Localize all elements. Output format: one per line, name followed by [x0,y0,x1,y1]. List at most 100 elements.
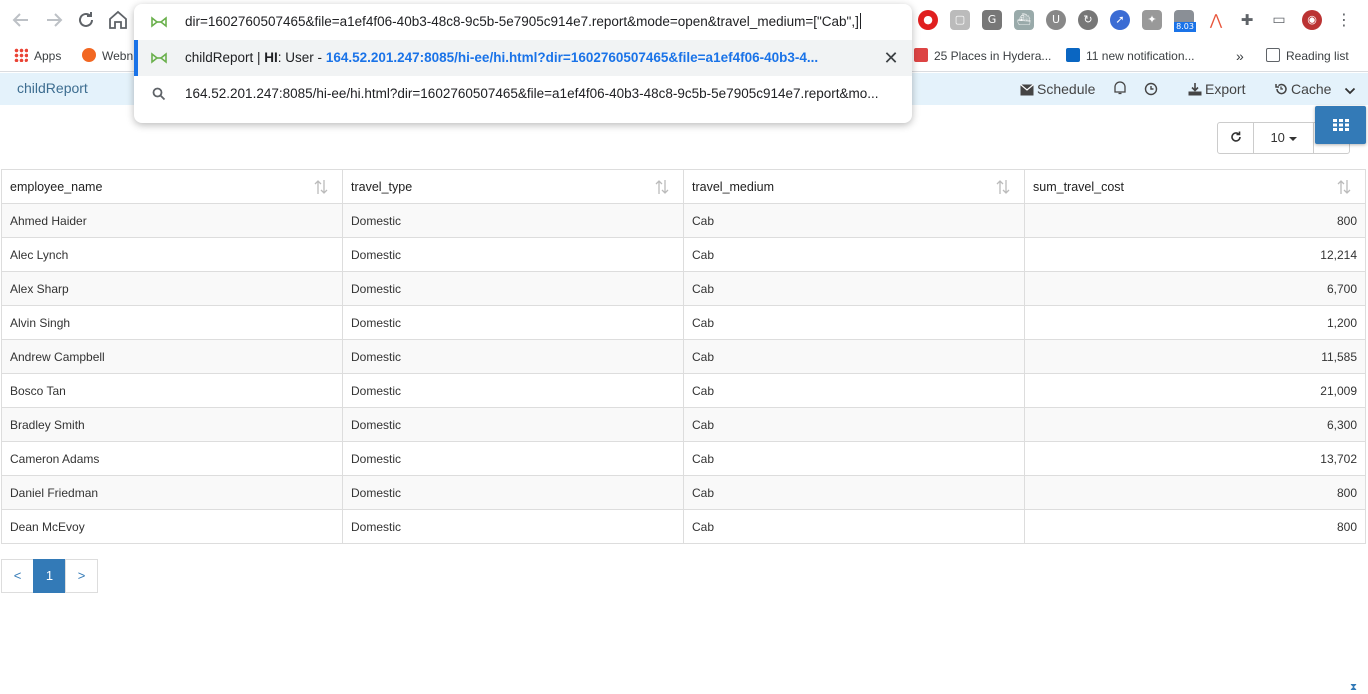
reload-button[interactable] [74,8,98,32]
refresh-icon [1230,131,1241,142]
shield-extension-icon[interactable]: U [1046,10,1066,30]
address-bar[interactable]: dir=1602760507465&file=a1ef4f06-40b3-48c… [134,4,912,40]
table-cell: 800 [1024,509,1366,544]
reading-list-icon [1266,48,1280,62]
table-cell: 6,700 [1024,271,1366,306]
table-cell: Domestic [342,271,684,306]
download-icon [1188,83,1202,96]
table-row: Cameron Adams Domestic Cab 13,702 [1,441,1366,476]
remove-suggestion-close-icon[interactable]: ✕ [882,49,900,67]
forward-button[interactable] [42,8,66,32]
chevron-down-icon [1344,87,1356,95]
table-row: Alvin Singh Domestic Cab 1,200 [1,305,1366,340]
meter-extension-icon[interactable]: 8.03 [1174,10,1196,32]
export-button[interactable]: Export [1188,73,1245,105]
apps-grid-icon [14,48,28,62]
column-header[interactable]: travel_medium [683,169,1025,204]
page-size-select[interactable]: 10 [1254,123,1314,153]
sort-icon [655,180,669,194]
column-header-label: travel_type [351,179,413,194]
address-typed-text: dir=1602760507465&file=a1ef4f06-40b3-48c… [185,14,859,29]
table-cell: Domestic [342,441,684,476]
table-cell: Cab [683,373,1025,408]
next-page-button[interactable]: > [65,559,98,593]
extension-badge: 8.03 [1174,22,1196,32]
cast-icon[interactable]: ▭ [1269,10,1289,30]
suggestion-user: : User - [277,50,326,65]
table-cell: Alex Sharp [1,271,343,306]
table-cell: Dean McEvoy [1,509,343,544]
column-header[interactable]: sum_travel_cost [1024,169,1366,204]
schedule-label: Schedule [1037,81,1096,97]
profile-avatar[interactable]: ◉ [1302,10,1322,30]
table-cell: Cab [683,407,1025,442]
back-button[interactable] [9,8,33,32]
refresh-table-button[interactable] [1218,123,1254,153]
suggestion-brand: HI [264,50,278,65]
table-row: Alec Lynch Domestic Cab 12,214 [1,237,1366,272]
header-menu-toggle[interactable] [1344,73,1359,105]
history-undo-icon [1275,83,1287,95]
table-cell: Domestic [342,509,684,544]
bookmark-webmail[interactable]: Webn [82,46,133,66]
omnibox-dropdown: dir=1602760507465&file=a1ef4f06-40b3-48c… [134,4,912,123]
table-row: Daniel Friedman Domestic Cab 800 [1,475,1366,510]
schedule-button[interactable]: Schedule [1020,73,1095,105]
clipboard-extension-icon[interactable]: ▢ [950,10,970,30]
table-row: Ahmed Haider Domestic Cab 800 [1,203,1366,238]
bookmarks-overflow-button[interactable]: » [1236,46,1244,66]
notifications-button[interactable] [1112,73,1131,105]
home-icon [109,10,127,29]
rocket-extension-icon[interactable]: ➚ [1110,10,1130,30]
table-row: Bosco Tan Domestic Cab 21,009 [1,373,1366,408]
bookmark-linkedin[interactable]: 11 new notification... [1066,46,1195,66]
refresh-extension-icon[interactable]: ↻ [1078,10,1098,30]
suggestion-url: 164.52.201.247:8085/hi-ee/hi.html?dir=16… [325,50,819,65]
table-cell: Cab [683,271,1025,306]
column-header[interactable]: travel_type [342,169,684,204]
helical-insight-favicon [151,16,167,28]
map-pin-icon [914,48,928,62]
ship-extension-icon[interactable]: ⛴ [1014,10,1034,30]
table-cell: 21,009 [1024,373,1366,408]
clock-icon [1144,82,1158,96]
table-cell: Cab [683,339,1025,374]
sort-icon [1337,180,1351,194]
grammar-extension-icon[interactable]: G [982,10,1002,30]
page-1-button[interactable]: 1 [33,559,66,593]
reading-list-button[interactable]: Reading list [1266,46,1349,66]
pin-extension-icon[interactable]: ✦ [1142,10,1162,30]
cpanel-icon [82,48,96,62]
history-button[interactable] [1144,73,1161,105]
table-row: Bradley Smith Domestic Cab 6,300 [1,407,1366,442]
forward-arrow-icon [47,13,63,27]
prev-page-button[interactable]: < [1,559,34,593]
table-cell: 800 [1024,203,1366,238]
suggestion-text: childReport | HI: User - 164.52.201.247:… [185,40,875,76]
cache-button[interactable]: Cache [1274,73,1331,105]
omnibox-suggestion-search[interactable]: 164.52.201.247:8085/hi-ee/hi.html?dir=16… [134,76,912,112]
puzzle-extensions-icon[interactable]: ✚ [1237,10,1257,30]
omnibox-suggestion-history[interactable]: childReport | HI: User - 164.52.201.247:… [134,40,912,76]
browser-menu-icon[interactable]: ⋮ [1334,10,1354,30]
home-button[interactable] [106,8,130,32]
caret-down-icon [1288,137,1297,141]
table-cell: Cab [683,305,1025,340]
address-bar-text[interactable]: dir=1602760507465&file=a1ef4f06-40b3-48c… [185,4,895,40]
table-cell: 11,585 [1024,339,1366,374]
sort-icon [996,180,1010,194]
table-cell: Cameron Adams [1,441,343,476]
atlassian-extension-icon[interactable]: ⋀ [1206,10,1226,30]
table-cell: Domestic [342,475,684,510]
cache-label: Cache [1291,81,1332,97]
adblock-extension-icon[interactable]: ● [918,10,938,30]
table-cell: 800 [1024,475,1366,510]
bookmark-places-label: 25 Places in Hydera... [934,49,1052,63]
table-cell: Cab [683,441,1025,476]
bookmark-apps[interactable]: Apps [14,46,61,66]
table-cell: 13,702 [1024,441,1366,476]
bookmark-places[interactable]: 25 Places in Hydera... [914,46,1051,66]
column-header[interactable]: employee_name [1,169,343,204]
table-cell: Domestic [342,407,684,442]
column-toggle-button[interactable] [1315,106,1366,144]
